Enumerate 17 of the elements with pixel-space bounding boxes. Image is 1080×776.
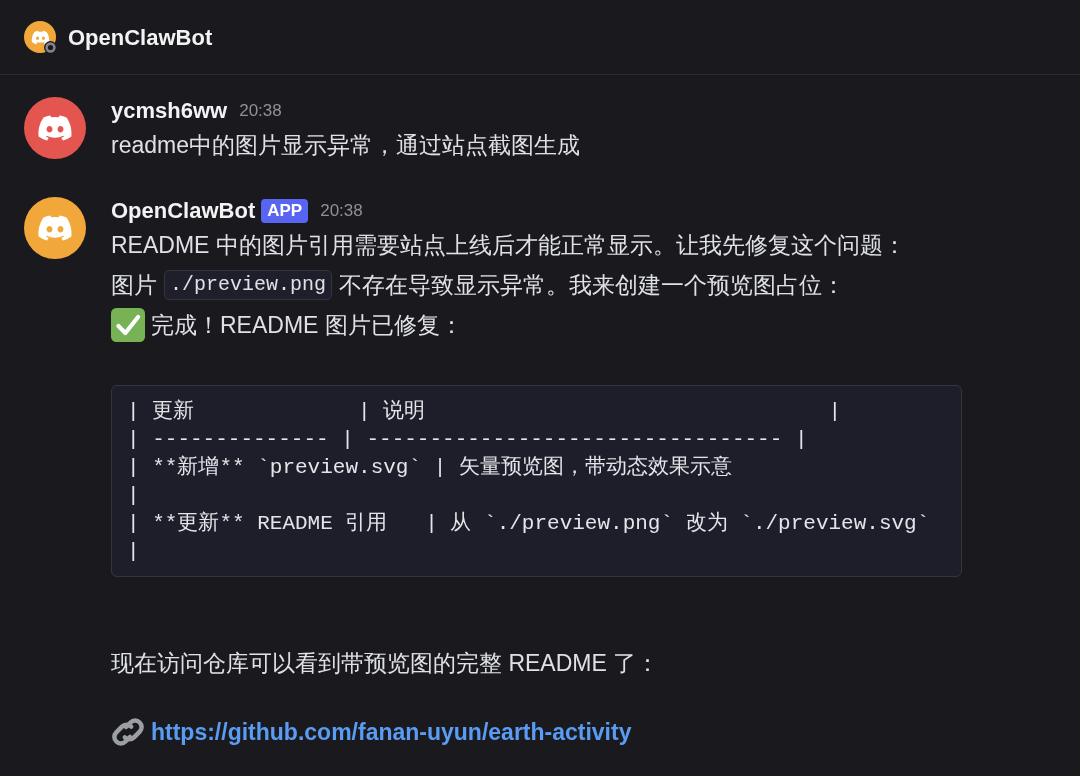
message-text: 现在访问仓库可以看到带预览图的完整 README 了： [111, 649, 660, 678]
message-text: 不存在导致显示异常。我来创建一个预览图占位： [339, 271, 846, 300]
author-name[interactable]: OpenClawBot [111, 197, 256, 225]
message-text: readme中的图片显示异常，通过站点截图生成 [111, 131, 580, 160]
message-text: README 中的图片引用需要站点上线后才能正常显示。让我先修复这个问题： [111, 231, 906, 260]
author-name[interactable]: ycmsh6ww [111, 97, 228, 125]
inline-code: ./preview.png [164, 270, 333, 300]
timestamp: 20:38 [320, 200, 363, 222]
timestamp: 20:38 [239, 100, 282, 122]
code-block: | 更新 | 说明 | | -------------- | --------------------------------- | | **新增** `preview.svg` | 矢量预览图，带动态效果示意 | | **更新** README 引用 | 从 `./preview.png` 改为 `./preview.svg` | [111, 385, 962, 577]
link[interactable]: https://github.com/fanan-uyun/earth-activity [151, 712, 632, 752]
check-mark-icon [111, 308, 145, 342]
tag-badge: APP [261, 199, 309, 223]
channel-title: OpenClawBot [68, 23, 213, 52]
message-text: 图片 [111, 271, 157, 300]
message-text: 完成！README 图片已修复： [151, 311, 463, 340]
link-chain-icon [111, 715, 145, 749]
